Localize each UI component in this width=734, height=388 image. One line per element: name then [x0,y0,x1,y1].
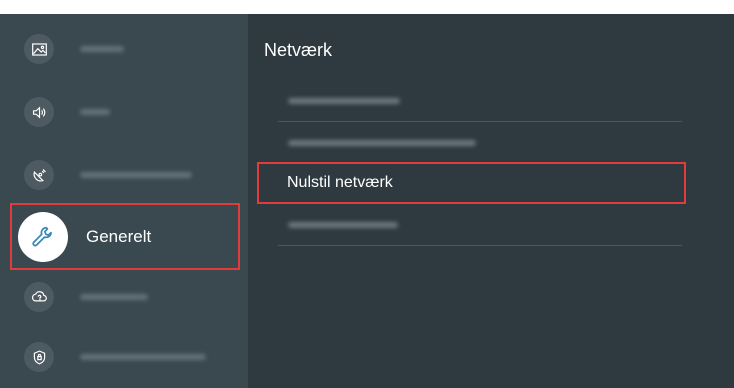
sidebar-item-broadcasting[interactable] [10,145,242,205]
menu-item-network-status[interactable] [260,82,686,120]
broadcasting-icon [24,160,54,190]
sound-icon [24,97,54,127]
divider [278,121,682,122]
support-icon [24,282,54,312]
sidebar-item-label-blurred [80,172,192,178]
section-title: Netværk [264,40,333,60]
sidebar-item-support[interactable] [10,267,242,327]
menu-item-label-blurred [288,98,400,104]
tv-settings-screen: Generelt Netværk Nulstil netværk [0,14,734,388]
menu-item-expert-settings[interactable] [260,206,686,244]
sidebar-item-label-blurred [80,294,148,300]
sidebar-item-picture[interactable] [10,19,242,79]
selection-highlight-box [10,203,240,270]
sidebar-item-privacy[interactable] [10,327,242,387]
picture-icon [24,34,54,64]
settings-sidebar: Generelt [0,14,248,388]
divider [278,245,682,246]
sidebar-item-label-blurred [80,109,110,115]
sidebar-item-label-blurred [80,354,206,360]
privacy-shield-icon [24,342,54,372]
sidebar-item-label-blurred [80,46,124,52]
menu-item-reset-network[interactable]: Nulstil netværk [257,162,686,204]
menu-item-label-blurred [288,140,476,146]
sidebar-item-sound[interactable] [10,82,242,142]
settings-content-panel: Netværk Nulstil netværk [248,14,734,388]
menu-item-open-network-settings[interactable] [260,124,686,162]
menu-item-label-blurred [288,222,398,228]
menu-item-label: Nulstil netværk [287,174,393,191]
